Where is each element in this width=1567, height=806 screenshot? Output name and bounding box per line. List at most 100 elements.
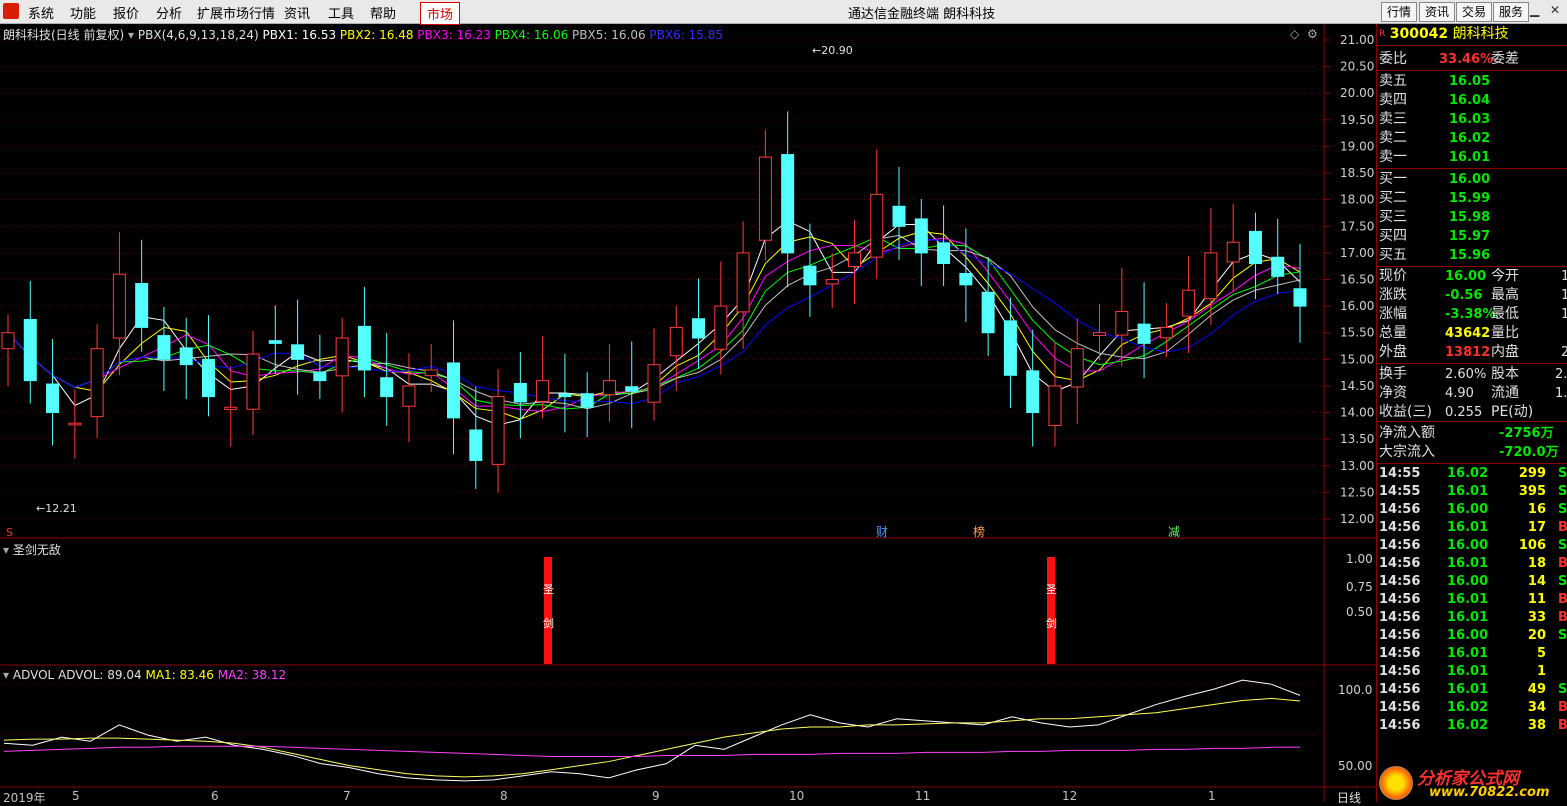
s-marker[interactable]: S [6, 526, 13, 539]
chart-area[interactable]: 21.00 20.50 20.00 19.50 19.00 18.50 18.00 17.50… [0, 24, 1376, 802]
watermark: 分析家公式网 www.70822.com [1377, 760, 1567, 802]
candle-body [90, 348, 104, 418]
candle-body [937, 242, 951, 265]
candle-body [1093, 332, 1107, 336]
menu-news[interactable]: 资讯 [284, 3, 310, 22]
bid-price: 15.99 [1449, 191, 1491, 206]
date-label: 1 [1208, 789, 1216, 803]
quote-tab-button[interactable]: 行情 [1381, 2, 1418, 22]
tick-price: 16.01 [1447, 520, 1489, 535]
tick-side: B [1558, 592, 1567, 607]
stock-title: 朗科科技(日线 前复权) [3, 28, 125, 42]
stat-label: 换手 [1379, 366, 1407, 382]
signal-char: 剑 [1046, 617, 1057, 630]
service-tab-button[interactable]: 服务 [1493, 2, 1530, 22]
ask-price: 16.04 [1449, 93, 1491, 108]
minimize-icon[interactable]: ▁ [1530, 3, 1539, 17]
menu-extended-market[interactable]: 扩展市场行情 [197, 3, 275, 22]
flow-row: 净流入额 -2756万 [1379, 424, 1567, 443]
dropdown-icon[interactable]: ▾ [128, 28, 134, 42]
menu-tools[interactable]: 工具 [328, 3, 354, 22]
stat-label: 现价 [1379, 268, 1407, 284]
tick-price: 16.00 [1447, 502, 1489, 517]
news-tab-button[interactable]: 资讯 [1419, 2, 1456, 22]
reduce-marker[interactable]: 减 [1168, 523, 1180, 540]
settings-icon[interactable]: ⚙ [1307, 27, 1318, 41]
tick-volume: 18 [1527, 556, 1546, 571]
menu-help[interactable]: 帮助 [370, 3, 396, 22]
bid-price: 15.96 [1449, 248, 1491, 263]
tick-volume: 34 [1527, 700, 1546, 715]
stat-value: 1 [1561, 269, 1567, 284]
candle-body [1204, 252, 1218, 300]
candle-body [758, 156, 772, 241]
stat-value: 4.90 [1445, 386, 1474, 401]
tick-side: S [1558, 538, 1567, 553]
price-tick-label: 19.50 [1340, 113, 1374, 127]
tick-price: 16.01 [1447, 610, 1489, 625]
tick-side: S [1558, 628, 1567, 643]
date-label: 11 [915, 789, 931, 803]
tick-volume: 106 [1518, 538, 1546, 553]
tick-time: 14:56 [1379, 574, 1421, 589]
stat-label: 今开 [1491, 268, 1519, 284]
candle-body [513, 382, 527, 403]
tick-time: 14:56 [1379, 628, 1421, 643]
tick-volume: 49 [1527, 682, 1546, 697]
price-tick-label: 16.50 [1340, 273, 1374, 287]
candle-body [46, 383, 60, 414]
period-label[interactable]: 日线 [1337, 789, 1361, 806]
tick-side: B [1558, 610, 1567, 625]
tick-volume: 16 [1527, 502, 1546, 517]
stat-label: 涨幅 [1379, 306, 1407, 322]
ask-label: 卖四 [1379, 92, 1407, 108]
menu-system[interactable]: 系统 [28, 3, 54, 22]
tick-row: 14:56 16.02 34 B [1379, 699, 1567, 717]
market-button[interactable]: 市场 [420, 2, 461, 25]
menu-function[interactable]: 功能 [70, 3, 96, 22]
tick-row: 14:56 16.00 14 S [1379, 573, 1567, 591]
advol-ma1-value: MA1: 83.46 [145, 668, 214, 682]
ask-label: 卖二 [1379, 130, 1407, 146]
candle-body [1226, 241, 1240, 263]
candle-body [1271, 256, 1285, 277]
board-marker[interactable]: 榜 [973, 523, 985, 540]
candle-body [1070, 348, 1084, 388]
diamond-icon[interactable]: ◇ [1290, 27, 1299, 41]
tick-row: 14:56 16.01 17 B [1379, 519, 1567, 537]
tick-time: 14:56 [1379, 520, 1421, 535]
tick-side: B [1558, 556, 1567, 571]
tick-price: 16.02 [1447, 466, 1489, 481]
candle-body [313, 371, 327, 382]
candle-body [1, 332, 15, 350]
trade-tab-button[interactable]: 交易 [1456, 2, 1493, 22]
tick-time: 14:55 [1379, 484, 1421, 499]
high-price-label: ←20.90 [812, 44, 853, 57]
finance-marker[interactable]: 财 [876, 523, 888, 540]
stat-value: 16.00 [1445, 269, 1487, 284]
menu-quote[interactable]: 报价 [113, 3, 139, 22]
close-icon[interactable]: ✕ [1550, 3, 1560, 17]
tick-volume: 33 [1527, 610, 1546, 625]
candle-body [112, 273, 126, 339]
dropdown-icon[interactable]: ▾ [3, 543, 9, 557]
stat-value: 2 [1561, 345, 1567, 360]
weicha-label: 委差 [1491, 51, 1519, 67]
dropdown-icon[interactable]: ▾ [3, 668, 9, 682]
tick-price: 16.00 [1447, 538, 1489, 553]
tick-price: 16.01 [1447, 556, 1489, 571]
candle-body [981, 291, 995, 334]
stat-value: 1 [1561, 307, 1567, 322]
tick-price: 16.01 [1447, 592, 1489, 607]
stat-label: PE(动) [1491, 404, 1534, 420]
tick-side: S [1558, 502, 1567, 517]
tick-side: B [1558, 718, 1567, 733]
bid-row: 买二 15.99 [1379, 189, 1567, 208]
tick-price: 16.02 [1447, 700, 1489, 715]
menu-analysis[interactable]: 分析 [156, 3, 182, 22]
candle-body [1115, 310, 1129, 336]
price-tick-label: 18.00 [1340, 193, 1374, 207]
stat-row: 涨跌 -0.56 最高 1 [1379, 286, 1567, 305]
tick-time: 14:56 [1379, 610, 1421, 625]
stat-row: 现价 16.00 今开 1 [1379, 267, 1567, 286]
